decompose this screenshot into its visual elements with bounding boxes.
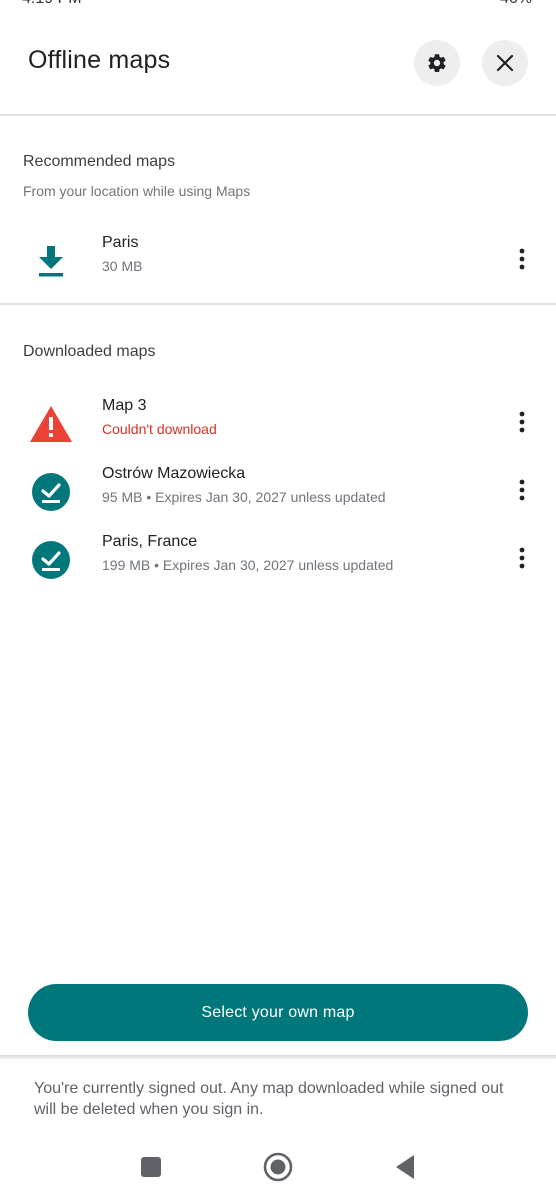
recommended-map-row[interactable]: Paris 30 MB [0, 230, 556, 294]
map-name: Map 3 [102, 397, 147, 414]
status-battery: 46% [500, 0, 532, 8]
back-triangle-icon [396, 1155, 414, 1179]
home-circle-icon [263, 1152, 293, 1182]
recommended-section-subtitle: From your location while using Maps [23, 183, 251, 199]
header: Offline maps [0, 30, 556, 100]
footer-divider [0, 1055, 556, 1059]
more-vert-icon [519, 248, 525, 270]
more-options-button[interactable] [510, 471, 534, 509]
map-name: Paris, France [102, 533, 198, 550]
header-divider [0, 114, 556, 116]
map-meta: 95 MB • Expires Jan 30, 2027 unless upda… [102, 489, 386, 505]
select-own-map-button[interactable]: Select your own map [28, 984, 528, 1041]
page-title: Offline maps [28, 46, 171, 74]
downloaded-check-icon [28, 469, 74, 515]
home-button[interactable] [263, 1152, 293, 1182]
downloaded-check-icon [28, 537, 74, 583]
recent-apps-button[interactable] [136, 1152, 166, 1182]
back-button[interactable] [390, 1152, 420, 1182]
downloaded-map-row[interactable]: Map 3 Couldn't download [0, 393, 556, 457]
downloaded-map-row[interactable]: Paris, France 199 MB • Expires Jan 30, 2… [0, 529, 556, 593]
more-options-button[interactable] [510, 240, 534, 278]
square-icon [141, 1157, 161, 1177]
map-name: Paris [102, 234, 139, 251]
gear-icon [428, 54, 446, 72]
settings-button[interactable] [414, 40, 460, 86]
map-meta: 30 MB [102, 258, 143, 274]
signed-out-notice: You're currently signed out. Any map dow… [34, 1080, 504, 1118]
close-icon [496, 54, 514, 72]
map-name: Ostrów Mazowiecka [102, 465, 246, 482]
more-vert-icon [519, 547, 525, 569]
downloaded-section-title: Downloaded maps [23, 343, 156, 360]
recommended-section-title: Recommended maps [23, 153, 176, 170]
system-nav-bar [0, 1140, 556, 1200]
close-button[interactable] [482, 40, 528, 86]
warning-icon [28, 401, 74, 447]
downloaded-map-row[interactable]: Ostrów Mazowiecka 95 MB • Expires Jan 30… [0, 461, 556, 525]
map-status-error: Couldn't download [102, 421, 217, 437]
status-bar: 4:19 PM 46% [0, 0, 556, 8]
more-vert-icon [519, 479, 525, 501]
more-vert-icon [519, 411, 525, 433]
status-time: 4:19 PM [22, 0, 82, 8]
map-meta: 199 MB • Expires Jan 30, 2027 unless upd… [102, 557, 394, 573]
download-icon [28, 238, 74, 284]
more-options-button[interactable] [510, 403, 534, 441]
more-options-button[interactable] [510, 539, 534, 577]
section-divider [0, 303, 556, 305]
